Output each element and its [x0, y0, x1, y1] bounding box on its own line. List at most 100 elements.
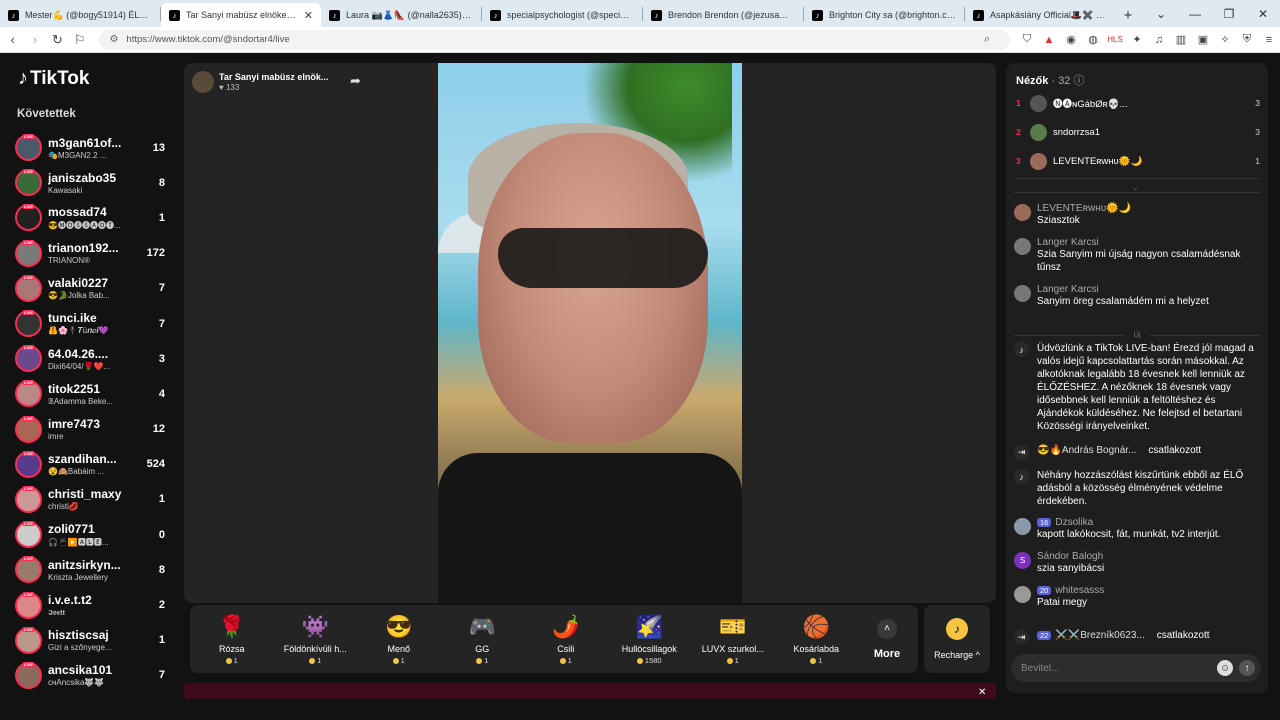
vpn-icon[interactable]: ⛨	[1236, 33, 1258, 46]
tiktok-favicon-icon: ♪	[973, 9, 984, 21]
shield-icon[interactable]: ⛉	[1016, 33, 1038, 46]
extension-icon[interactable]: ◉	[1060, 33, 1082, 46]
tiktok-favicon-icon: ♪	[490, 9, 501, 21]
following-item[interactable]: LIVE titok2251 𝔹Adamma Beke... 4	[15, 376, 165, 411]
avatar	[1030, 152, 1047, 170]
more-gifts-button[interactable]: ˄ More	[858, 618, 916, 660]
tiktok-favicon-icon: ♪	[651, 9, 662, 21]
browser-tab[interactable]: ♪specialpsychologist (@specialpsych	[482, 3, 642, 27]
gift-item[interactable]: 🌶️ Csili 1	[524, 613, 608, 665]
reload-icon[interactable]: ↻	[48, 32, 67, 48]
avatar[interactable]	[1014, 518, 1031, 535]
coin-icon	[309, 658, 316, 665]
top-viewer-row[interactable]: 1 🅝🅐ɴGábØʀ💀... 3	[1016, 94, 1260, 112]
host-name[interactable]: Tar Sanyi mabüsz elnök...	[219, 72, 328, 82]
following-item[interactable]: LIVE christi_maxy christi💋 1	[15, 482, 165, 517]
tiktok-favicon-icon: ♪	[329, 9, 340, 21]
avatar[interactable]	[1014, 586, 1031, 603]
tiktok-logo[interactable]: ♪ TikTok	[18, 67, 89, 90]
restore-icon[interactable]: ❐	[1212, 7, 1246, 21]
new-tab-button[interactable]: +	[1115, 3, 1141, 27]
following-item[interactable]: LIVE valaki0227 😎🐊Jolka Bab... 7	[15, 271, 165, 306]
gift-item[interactable]: 👾 Földönkívüli h... 1	[274, 613, 358, 665]
following-item[interactable]: LIVE trianon192... TRIANON® 172	[15, 236, 165, 271]
puzzle-icon[interactable]: ✦	[1126, 33, 1148, 46]
url-text: https://www.tiktok.com/@sndortar4/live	[126, 34, 290, 45]
avatar: LIVE	[15, 204, 42, 232]
gift-item[interactable]: 🏀 Kosárlabda 1	[775, 613, 859, 665]
coin-icon	[810, 658, 817, 665]
following-item[interactable]: LIVE szandihan... 😵🙈Babáim ... 524	[15, 447, 165, 482]
browser-tab-active[interactable]: ♪ Tar Sanyi mabüsz elnöke Be ✕	[161, 3, 321, 27]
live-video[interactable]	[438, 63, 742, 603]
avatar: LIVE	[15, 380, 42, 408]
following-item[interactable]: LIVE imre7473 imre 12	[15, 412, 165, 447]
extension-icon[interactable]: ◍	[1082, 33, 1104, 46]
host-likes: ♥ 133	[219, 83, 240, 92]
following-item[interactable]: LIVE i.v.e.t.t2 𝕴𝖛𝖊𝖙𝖙 2	[15, 587, 165, 622]
host-info[interactable]: Tar Sanyi mabüsz elnök... ♥ 133	[192, 71, 328, 93]
wallet-icon[interactable]: ▣	[1192, 33, 1214, 46]
close-tab-icon[interactable]: ✕	[304, 9, 313, 22]
send-icon[interactable]: ↑	[1239, 660, 1255, 676]
ai-icon[interactable]: ✧	[1214, 33, 1236, 46]
avatar[interactable]	[1014, 204, 1031, 221]
gift-item[interactable]: 🌠 Hullócsillagok 1580	[608, 613, 692, 665]
recharge-button[interactable]: ♪ Recharge ^	[924, 605, 990, 673]
triangle-icon[interactable]: ▲	[1038, 34, 1060, 46]
host-avatar[interactable]	[192, 71, 214, 93]
avatar[interactable]: S	[1014, 552, 1031, 569]
gift-item[interactable]: 🎮 GG 1	[441, 613, 525, 665]
following-item[interactable]: LIVE m3gan61of... 🎭M3GAN2.2 ... 13	[15, 130, 165, 165]
following-item[interactable]: LIVE janiszabo35 Kawasaki 8	[15, 165, 165, 200]
gift-item[interactable]: 🌹 Rózsa 1	[190, 613, 274, 665]
following-item[interactable]: LIVE 64.04.26.... Dixi64/04/🌹❤️... 3	[15, 341, 165, 376]
coin-icon	[559, 658, 566, 665]
browser-tab[interactable]: ♪Laura 📷👗👠 (@nalla2635) ÉLŐ ad	[321, 3, 481, 27]
top-viewer-row[interactable]: 2 sndorrzsa1 3	[1016, 123, 1260, 141]
following-item[interactable]: LIVE mossad74 😎🅜🅞🅢🅢🅐🅓🅣... 1	[15, 200, 165, 235]
menu-icon[interactable]: ≡	[1258, 34, 1280, 46]
avatar: LIVE	[15, 450, 42, 478]
browser-tab[interactable]: ♪ Mester💪 (@bogy51914) ÉLŐ adá	[0, 3, 160, 27]
close-window-icon[interactable]: ✕	[1246, 7, 1280, 21]
following-item[interactable]: LIVE hisztiscsaj Gizi a szőnyege... 1	[15, 623, 165, 658]
live-stream-stage[interactable]: Tar Sanyi mabüsz elnök... ♥ 133 ➦	[184, 63, 996, 603]
top-viewer-row[interactable]: 3 LEVENTEʀᴡʜᴜ🌞🌙 1	[1016, 152, 1260, 170]
following-item[interactable]: LIVE anitzsirkyn... Kriszta Jewellery 8	[15, 552, 165, 587]
bookmark-icon[interactable]: ⚐	[70, 32, 89, 48]
level-badge: 16	[1037, 518, 1052, 527]
extension-icon[interactable]: HLS	[1104, 35, 1126, 44]
browser-tab[interactable]: ♪Asapkáslány Official🎩✖️ (@therea	[965, 3, 1115, 27]
following-title: Követettek	[17, 108, 76, 120]
browser-tab[interactable]: ♪ Brighton City sa (@brighton.city) É	[804, 3, 964, 27]
chevron-down-icon[interactable]: ⌄	[1132, 183, 1139, 192]
music-icon[interactable]: ♫	[1148, 34, 1170, 46]
sidebar-icon[interactable]: ▥	[1170, 33, 1192, 46]
info-icon[interactable]: ⓘ	[1074, 75, 1085, 87]
site-info-icon[interactable]: ⚙	[109, 34, 118, 45]
zoom-icon[interactable]: ⌕	[984, 33, 990, 46]
gift-item[interactable]: 😎 Menő 1	[357, 613, 441, 665]
following-item[interactable]: LIVE tunci.ike 🦺🌸🕴𝑻ü𝒏𝒄𝒊💜 7	[15, 306, 165, 341]
forward-icon[interactable]: ›	[25, 32, 44, 47]
share-icon[interactable]: ➦	[350, 73, 361, 89]
avatar[interactable]	[1014, 238, 1031, 255]
following-item[interactable]: LIVE ancsika101 ᴄʜAncsika🐺🐺 7	[15, 658, 165, 693]
viewers-title: Nézők · 32 ⓘ	[1016, 75, 1085, 87]
gift-item[interactable]: 🎫 LUVX szurkol... 1	[691, 613, 775, 665]
chat-input-placeholder[interactable]: Bevitel...	[1021, 663, 1217, 674]
tab-search-icon[interactable]: ⌄	[1144, 7, 1178, 21]
chat-input[interactable]: Bevitel... ☺ ↑	[1011, 654, 1261, 682]
back-icon[interactable]: ‹	[3, 32, 22, 47]
tiktok-favicon-icon: ♪	[169, 9, 180, 21]
browser-tab[interactable]: ♪ Brendon Brendon (@jezusamegval	[643, 3, 803, 27]
url-field[interactable]: ⚙ https://www.tiktok.com/@sndortar4/live…	[99, 29, 1010, 50]
following-item[interactable]: LIVE zoli0771 🎧📱▶️🅰🅻🅴... 0	[15, 517, 165, 552]
avatar[interactable]	[1014, 285, 1031, 302]
emoji-icon[interactable]: ☺	[1217, 660, 1233, 676]
join-message: ⇥ 😎🔥András Bognár... csatlakozott	[1014, 445, 1260, 460]
bottom-banner[interactable]	[184, 683, 996, 699]
minimize-icon[interactable]: —	[1178, 7, 1212, 21]
close-icon[interactable]: ✕	[978, 687, 986, 698]
